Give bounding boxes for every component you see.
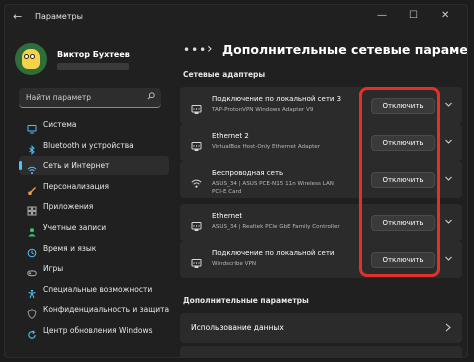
back-arrow-icon[interactable]: ← (13, 10, 22, 23)
chevron-down-icon[interactable] (444, 217, 453, 226)
adapters-heading: Сетевые адаптеры (183, 70, 266, 79)
adapter-card: Ethernet 2 VirtualBox Host-Only Ethernet … (180, 124, 462, 161)
sidebar-item-label: Специальные возможности (43, 284, 153, 294)
avatar (15, 43, 47, 75)
apps-icon (27, 201, 37, 216)
sidebar-item-4[interactable]: Приложения (19, 197, 169, 216)
adapter-description: ASUS_34 | ASUS PCE-N15 11n Wireless LAN … (212, 181, 334, 195)
gamepad-icon (27, 263, 37, 277)
update-icon (27, 325, 37, 339)
disable-button[interactable]: Отключить (371, 252, 435, 268)
settings-window: ← Параметры — ☐ ✕ Виктор Бухтеев Найти п… (4, 4, 468, 358)
adapter-description: VirtualBox Host-Only Ethernet Adapter (212, 144, 321, 150)
ethernet-icon (191, 217, 202, 231)
chevron-down-icon[interactable] (444, 100, 453, 109)
partial-row (180, 346, 462, 357)
search-icon (147, 92, 155, 100)
ethernet-icon (191, 137, 202, 151)
bluetooth-icon (27, 140, 37, 155)
chevron-down-icon[interactable] (444, 137, 453, 146)
sidebar-item-9[interactable]: Конфиденциальность и защита (19, 300, 170, 320)
disable-button[interactable]: Отключить (371, 135, 435, 151)
adapter-description: TAP-ProtonVPN Windows Adapter V9 (212, 107, 314, 113)
window-title: Параметры (35, 12, 83, 21)
adapter-name: Ethernet (212, 212, 243, 220)
ethernet-icon (191, 254, 202, 268)
disable-button[interactable]: Отключить (371, 98, 435, 114)
disable-button[interactable]: Отключить (371, 172, 435, 188)
sidebar-item-3[interactable]: Персонализация (19, 177, 169, 196)
sidebar-item-label: Система (43, 120, 77, 129)
adapter-name: Ethernet 2 (212, 132, 249, 140)
more-settings-heading: Дополнительные параметры (183, 296, 309, 305)
sidebar-item-8[interactable]: Специальные возможности (19, 280, 169, 299)
data-usage-row[interactable]: Использование данных (180, 313, 462, 343)
minimize-button[interactable]: — (377, 11, 387, 21)
person-icon (27, 222, 37, 237)
adapter-description: Windscribe VPN (212, 261, 257, 267)
sidebar-item-1[interactable]: Bluetooth и устройства (19, 136, 169, 155)
adapter-card: Подключение по локальной сети Windscribe … (180, 241, 462, 278)
sidebar-item-6[interactable]: Время и язык (19, 239, 169, 258)
disable-button[interactable]: Отключить (371, 215, 435, 231)
accessibility-icon (27, 284, 37, 298)
title-bar: ← Параметры — ☐ ✕ (5, 5, 467, 29)
sidebar-item-7[interactable]: Игры (19, 259, 169, 278)
adapter-name: Подключение по локальной сети (212, 249, 335, 257)
search-input[interactable]: Найти параметр (19, 88, 161, 108)
profile-email-redacted (57, 63, 129, 70)
wifi-icon (191, 174, 202, 188)
sidebar-item-0[interactable]: Система (19, 115, 169, 134)
page-title: Дополнительные сетевые параметр (222, 42, 468, 57)
sidebar-item-2[interactable]: Сеть и Интернет (19, 156, 169, 176)
close-button[interactable]: ✕ (441, 11, 449, 21)
sidebar-item-label: Центр обновления Windows (43, 325, 153, 335)
sidebar-item-10[interactable]: Центр обновления Windows (19, 321, 169, 340)
sidebar-item-label: Приложения (43, 202, 94, 212)
sidebar-nav: Система Bluetooth и устройства Сеть и Инте… (19, 115, 169, 342)
adapter-description: ASUS_34 | Realtek PCIe GbE Family Contro… (212, 224, 340, 230)
ethernet-icon (191, 100, 202, 114)
globe-clock-icon (27, 243, 37, 257)
sidebar-item-label: Время и язык (43, 243, 97, 253)
chevron-down-icon[interactable] (444, 254, 453, 263)
adapter-card: Подключение по локальной сети 3 TAP-Proto… (180, 87, 462, 124)
sidebar-item-label: Конфиденциальность и защита (43, 305, 170, 315)
sidebar-item-label: Сеть и Интернет (43, 161, 110, 171)
sidebar-item-label: Учетные записи (43, 222, 107, 232)
chevron-right-icon (445, 323, 451, 332)
chevron-down-icon[interactable] (444, 174, 453, 183)
breadcrumb-more-button[interactable]: ••• (183, 43, 207, 57)
adapter-name: Беспроводная сеть (212, 169, 284, 177)
shield-icon (27, 304, 37, 320)
profile-name: Виктор Бухтеев (57, 50, 130, 59)
monitor-icon (27, 119, 37, 134)
sidebar-item-5[interactable]: Учетные записи (19, 218, 169, 237)
adapter-card: Ethernet ASUS_34 | Realtek PCIe GbE Famil… (180, 204, 462, 241)
data-usage-label: Использование данных (191, 323, 284, 332)
adapter-name: Подключение по локальной сети 3 (212, 95, 342, 103)
sidebar-item-label: Персонализация (43, 181, 109, 191)
search-placeholder: Найти параметр (26, 93, 91, 102)
sidebar-item-label: Игры (43, 264, 64, 274)
sidebar-item-label: Bluetooth и устройства (43, 140, 134, 150)
network-icon (27, 160, 37, 175)
brush-icon (27, 181, 37, 195)
maximize-button[interactable]: ☐ (409, 11, 418, 21)
breadcrumb-separator: › (207, 41, 213, 57)
adapter-card: Беспроводная сеть ASUS_34 | ASUS PCE-N15 … (180, 161, 462, 198)
